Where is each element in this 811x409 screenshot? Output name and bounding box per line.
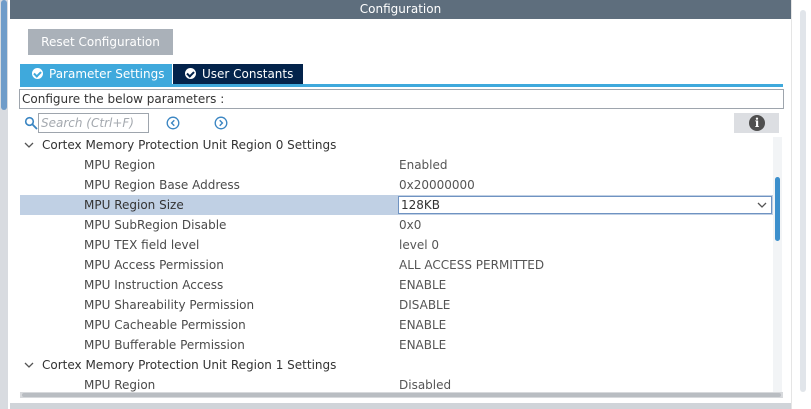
chevron-down-icon[interactable]	[23, 355, 35, 375]
param-row[interactable]: MPU Cacheable Permission ENABLE	[20, 315, 773, 335]
param-name: MPU Bufferable Permission	[84, 338, 245, 352]
param-name: MPU Region Size	[84, 198, 184, 212]
param-row[interactable]: MPU Region Enabled	[20, 155, 773, 175]
param-name: MPU Region	[84, 158, 156, 172]
vertical-scroll-thumb[interactable]	[775, 177, 780, 241]
section-header-region-1[interactable]: Cortex Memory Protection Unit Region 1 S…	[20, 355, 773, 375]
section-header-region-0[interactable]: Cortex Memory Protection Unit Region 0 S…	[20, 135, 773, 155]
param-value[interactable]: Disabled	[399, 375, 451, 392]
section-title: Cortex Memory Protection Unit Region 0 S…	[42, 138, 337, 152]
param-row[interactable]: MPU Region Base Address 0x20000000	[20, 175, 773, 195]
param-name: MPU Instruction Access	[84, 278, 224, 292]
param-name: MPU Region	[84, 378, 156, 392]
tab-label: User Constants	[202, 67, 294, 81]
param-name: MPU SubRegion Disable	[84, 218, 227, 232]
param-name: MPU Shareability Permission	[84, 298, 255, 312]
param-value[interactable]: 0x0	[399, 215, 421, 235]
configuration-panel: Configuration Reset Configuration Parame…	[10, 0, 791, 409]
vertical-scrollbar[interactable]	[773, 137, 782, 392]
panel-title: Configuration	[10, 0, 791, 19]
param-row[interactable]: MPU Instruction Access ENABLE	[20, 275, 773, 295]
param-value[interactable]: ENABLE	[399, 335, 446, 355]
check-circle-icon	[32, 68, 43, 79]
param-name: MPU Cacheable Permission	[84, 318, 246, 332]
param-value[interactable]: DISABLE	[399, 295, 450, 315]
param-value[interactable]: ENABLE	[399, 315, 446, 335]
param-name: MPU Access Permission	[84, 258, 224, 272]
left-scroll-track[interactable]	[0, 0, 8, 409]
info-button[interactable]: i	[734, 113, 779, 133]
param-name: MPU TEX field level	[84, 238, 200, 252]
tab-user-constants[interactable]: User Constants	[173, 64, 303, 84]
configure-parameters-label: Configure the below parameters :	[19, 89, 784, 109]
info-icon: i	[749, 115, 765, 131]
param-value[interactable]: Enabled	[399, 155, 448, 175]
tab-parameter-settings[interactable]: Parameter Settings	[20, 64, 172, 84]
parameter-tree: Cortex Memory Protection Unit Region 0 S…	[20, 135, 773, 392]
dropdown-value: 128KB	[401, 198, 441, 212]
param-row[interactable]: MPU Shareability Permission DISABLE	[20, 295, 773, 315]
tab-label: Parameter Settings	[49, 67, 165, 81]
param-row[interactable]: MPU Access Permission ALL ACCESS PERMITT…	[20, 255, 773, 275]
chevron-down-icon[interactable]	[756, 200, 768, 210]
left-scroll-thumb[interactable]	[1, 0, 7, 110]
tab-underline	[20, 84, 783, 87]
region-size-dropdown[interactable]: 128KB	[398, 196, 772, 214]
param-name: MPU Region Base Address	[84, 178, 240, 192]
param-value[interactable]: ENABLE	[399, 275, 446, 295]
previous-match-icon[interactable]	[166, 116, 180, 130]
param-row[interactable]: MPU TEX field level level 0	[20, 235, 773, 255]
horizontal-scrollbar[interactable]	[20, 392, 783, 398]
right-scroll-thumb[interactable]	[800, 10, 806, 392]
bottom-border	[10, 403, 791, 409]
param-value[interactable]: 0x20000000	[399, 175, 475, 195]
search-icon	[24, 116, 38, 130]
param-row[interactable]: MPU Region Disabled	[20, 375, 773, 392]
search-input[interactable]	[38, 113, 149, 133]
reset-configuration-button[interactable]: Reset Configuration	[28, 29, 173, 55]
param-value[interactable]: level 0	[399, 235, 439, 255]
section-title: Cortex Memory Protection Unit Region 1 S…	[42, 358, 337, 372]
horizontal-scroll-thumb[interactable]	[22, 393, 781, 397]
param-row[interactable]: MPU SubRegion Disable 0x0	[20, 215, 773, 235]
param-row-selected[interactable]: MPU Region Size 128KB	[20, 195, 773, 215]
param-value[interactable]: ALL ACCESS PERMITTED	[399, 255, 544, 275]
chevron-down-icon[interactable]	[23, 135, 35, 155]
param-row[interactable]: MPU Bufferable Permission ENABLE	[20, 335, 773, 355]
check-circle-icon	[185, 68, 196, 79]
next-match-icon[interactable]	[214, 116, 228, 130]
right-scroll-track[interactable]	[791, 0, 811, 409]
